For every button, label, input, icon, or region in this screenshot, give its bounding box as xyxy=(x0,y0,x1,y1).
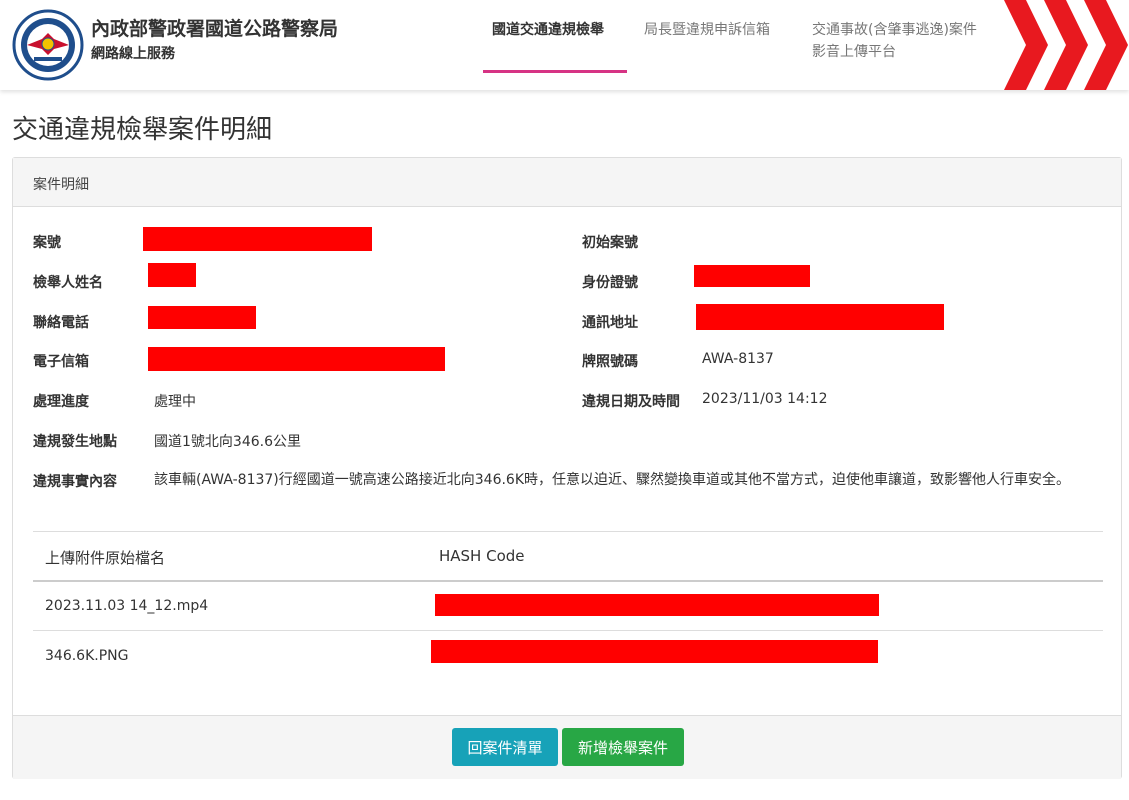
nav-accident-upload-line1: 交通事故(含肇事逃逸)案件 xyxy=(812,22,977,38)
nav-accident-upload[interactable]: 交通事故(含肇事逃逸)案件 影音上傳平台 xyxy=(812,19,977,63)
original-case-no-label: 初始案號 xyxy=(582,235,638,251)
email-redaction xyxy=(148,347,445,371)
reporter-name-label: 檢舉人姓名 xyxy=(33,275,103,291)
address-label: 通訊地址 xyxy=(582,315,638,331)
police-badge-logo-icon[interactable] xyxy=(12,9,84,81)
chevron-decoration-icon xyxy=(1004,0,1128,90)
row-divider xyxy=(33,630,1103,631)
plate-label: 牌照號碼 xyxy=(582,354,638,370)
active-nav-underline xyxy=(483,70,627,73)
status-label: 處理進度 xyxy=(33,394,89,410)
nav-director-mailbox[interactable]: 局長暨違規申訴信箱 xyxy=(644,19,770,41)
datetime-value: 2023/11/03 14:12 xyxy=(702,391,828,407)
back-to-list-button[interactable]: 回案件清單 xyxy=(452,728,558,766)
location-label: 違規發生地點 xyxy=(33,434,117,450)
table-header-divider xyxy=(33,580,1103,582)
panel-footer: 回案件清單 新增檢舉案件 xyxy=(13,715,1121,779)
page-title: 交通違規檢舉案件明細 xyxy=(12,115,273,145)
phone-label: 聯絡電話 xyxy=(33,315,89,331)
reporter-name-redaction xyxy=(148,263,196,287)
phone-redaction xyxy=(148,306,256,329)
org-subtitle: 網路線上服務 xyxy=(91,46,175,62)
hash-redaction xyxy=(435,594,879,616)
col-header-hash: HASH Code xyxy=(439,547,525,565)
datetime-label: 違規日期及時間 xyxy=(582,394,680,410)
id-no-redaction xyxy=(694,265,810,287)
case-detail-panel: 案件明細 案號 初始案號 檢舉人姓名 身份證號 聯絡電話 通訊地址 電子信箱 牌… xyxy=(12,157,1122,779)
email-label: 電子信箱 xyxy=(33,354,89,370)
nav-traffic-report[interactable]: 國道交通違規檢舉 xyxy=(492,19,604,41)
hash-redaction xyxy=(431,640,878,663)
attachment-filename: 2023.11.03 14_12.mp4 xyxy=(45,598,209,614)
new-report-button[interactable]: 新增檢舉案件 xyxy=(562,728,684,766)
status-value: 處理中 xyxy=(154,394,196,410)
attachment-filename: 346.6K.PNG xyxy=(45,648,129,664)
site-header: 內政部警政署國道公路警察局 網路線上服務 國道交通違規檢舉 局長暨違規申訴信箱 … xyxy=(0,0,1129,90)
plate-value: AWA-8137 xyxy=(702,351,774,367)
case-no-label: 案號 xyxy=(33,235,61,251)
case-no-redaction xyxy=(143,227,372,251)
org-title: 內政部警政署國道公路警察局 xyxy=(91,18,339,40)
address-redaction xyxy=(696,304,944,330)
section-divider xyxy=(33,531,1103,532)
nav-accident-upload-line2: 影音上傳平台 xyxy=(812,44,896,60)
col-header-filename: 上傳附件原始檔名 xyxy=(45,549,166,567)
facts-label: 違規事實內容 xyxy=(33,474,117,490)
facts-value: 該車輛(AWA-8137)行經國道一號高速公路接近北向346.6K時，任意以迫近… xyxy=(154,472,1071,488)
id-no-label: 身份證號 xyxy=(582,275,638,291)
panel-heading-text: 案件明細 xyxy=(33,177,89,193)
location-value: 國道1號北向346.6公里 xyxy=(154,434,301,450)
panel-heading: 案件明細 xyxy=(13,158,1121,207)
